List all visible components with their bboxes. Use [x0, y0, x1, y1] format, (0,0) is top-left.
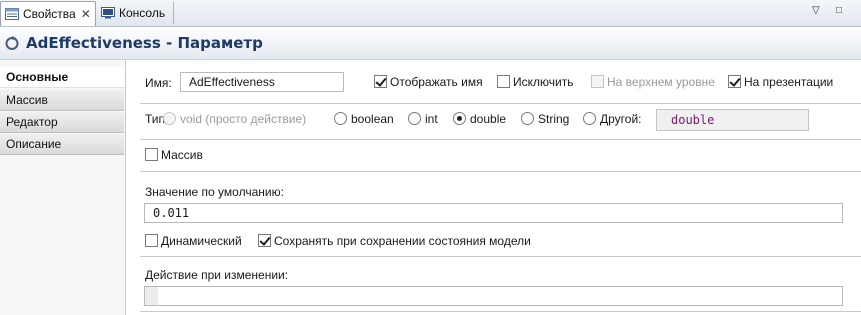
sidebar-item-label: Описание — [6, 137, 62, 151]
array-checkbox[interactable] — [145, 148, 158, 161]
show-name-checkbox[interactable] — [374, 75, 387, 88]
page-title: AdEffectiveness - Параметр — [26, 34, 263, 52]
show-name-label: Отображать имя — [390, 75, 483, 89]
on-change-input[interactable] — [144, 286, 843, 306]
maximize-icon[interactable]: □ — [836, 5, 842, 16]
divider — [140, 139, 861, 140]
default-value-text: 0.011 — [153, 206, 190, 220]
sidebar: Основные Массив Редактор Описание — [0, 60, 126, 315]
other-type-value: double — [671, 113, 715, 127]
on-presentation-label: На презентации — [744, 75, 834, 89]
name-input-value: AdEffectiveness — [189, 75, 275, 89]
type-double-radio[interactable] — [453, 112, 466, 125]
type-int-label: int — [425, 112, 438, 126]
type-other-label: Другой: — [600, 112, 642, 126]
sidebar-item-label: Редактор — [6, 115, 58, 129]
type-string-radio[interactable] — [521, 112, 534, 125]
dynamic-label: Динамический — [161, 234, 242, 248]
tab-properties[interactable]: Свойства ✕ — [0, 1, 96, 26]
default-value-label: Значение по умолчанию: — [145, 185, 284, 199]
sidebar-item-editor[interactable]: Редактор — [0, 112, 124, 133]
default-value-input[interactable]: 0.011 — [144, 203, 843, 223]
exclude-label: Исключить — [513, 75, 574, 89]
on-presentation-checkbox[interactable] — [728, 75, 741, 88]
sidebar-item-label: Основные — [6, 70, 69, 84]
type-double-label: double — [470, 112, 507, 126]
type-other-radio[interactable] — [583, 112, 596, 125]
parameter-icon — [5, 36, 19, 50]
sidebar-item-array[interactable]: Массив — [0, 90, 124, 111]
type-boolean-label: boolean — [351, 112, 394, 126]
type-void-radio[interactable] — [163, 112, 176, 125]
type-string-label: String — [538, 112, 570, 126]
top-level-checkbox[interactable] — [591, 75, 604, 88]
minimize-icon[interactable]: ▽ — [812, 5, 820, 16]
name-input[interactable]: AdEffectiveness — [180, 72, 344, 92]
type-boolean-radio[interactable] — [334, 112, 347, 125]
type-int-radio[interactable] — [408, 112, 421, 125]
sidebar-item-general[interactable]: Основные — [0, 67, 125, 88]
on-change-gutter — [145, 287, 158, 305]
save-state-label: Сохранять при сохранении состояния модел… — [274, 234, 531, 248]
array-label: Массив — [161, 148, 203, 162]
console-icon — [101, 7, 115, 19]
properties-icon — [5, 8, 19, 20]
exclude-checkbox[interactable] — [497, 75, 510, 88]
save-state-checkbox[interactable] — [258, 234, 271, 247]
divider — [140, 103, 861, 104]
name-label: Имя: — [145, 76, 172, 90]
other-type-field[interactable]: double — [656, 109, 809, 131]
divider — [140, 311, 861, 312]
tab-properties-label: Свойства — [23, 7, 76, 21]
tab-console-label: Консоль — [119, 6, 166, 20]
sidebar-item-description[interactable]: Описание — [0, 134, 124, 155]
properties-header: AdEffectiveness - Параметр — [0, 27, 861, 60]
properties-panel: Имя: AdEffectiveness Отображать имя Искл… — [126, 60, 861, 315]
top-level-label: На верхнем уровне — [607, 75, 715, 89]
sidebar-item-label: Массив — [6, 93, 48, 107]
dynamic-checkbox[interactable] — [145, 234, 158, 247]
type-void-label: void (просто действие) — [180, 112, 307, 126]
view-tab-bar: Свойства ✕ Консоль ▽ □ — [0, 0, 861, 27]
divider — [140, 256, 861, 257]
divider — [140, 171, 861, 172]
close-icon[interactable]: ✕ — [81, 8, 91, 20]
tab-console[interactable]: Консоль — [97, 2, 174, 24]
on-change-label: Действие при изменении: — [145, 268, 289, 282]
